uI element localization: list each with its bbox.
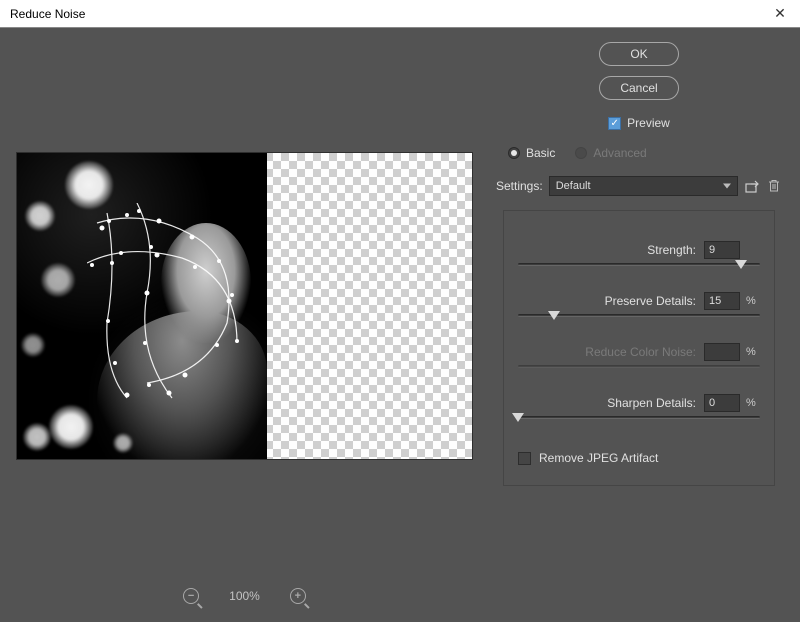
zoom-in-icon[interactable]: + xyxy=(290,588,306,604)
settings-row: Settings: Default xyxy=(494,176,784,196)
chevron-down-icon xyxy=(723,184,731,189)
radio-icon[interactable] xyxy=(508,147,520,159)
zoom-controls: − 100% + xyxy=(16,576,473,612)
strength-label: Strength: xyxy=(647,243,696,257)
photo-content xyxy=(17,153,267,460)
preserve-input[interactable]: 15 xyxy=(704,292,740,310)
colornoise-group: Reduce Color Noise: % xyxy=(518,343,760,368)
strength-group: Strength: 9 xyxy=(518,241,760,266)
save-preset-icon[interactable] xyxy=(744,178,760,194)
colornoise-label: Reduce Color Noise: xyxy=(585,345,696,359)
window-title: Reduce Noise xyxy=(10,7,85,21)
colornoise-unit: % xyxy=(746,346,760,358)
jpeg-checkbox[interactable] xyxy=(518,452,531,465)
mode-basic-label: Basic xyxy=(526,146,555,160)
preserve-group: Preserve Details: 15 % xyxy=(518,292,760,317)
jpeg-label: Remove JPEG Artifact xyxy=(539,451,658,465)
radio-icon xyxy=(575,147,587,159)
close-icon[interactable]: ✕ xyxy=(770,5,790,22)
dialog-body: − 100% + OK Cancel ✓ Preview Basic Advan… xyxy=(0,28,800,622)
preserve-label: Preserve Details: xyxy=(605,294,696,308)
preview-label: Preview xyxy=(627,116,670,130)
sharpen-input[interactable]: 0 xyxy=(704,394,740,412)
colornoise-input xyxy=(704,343,740,361)
sharpen-label: Sharpen Details: xyxy=(607,396,696,410)
sharpen-slider[interactable] xyxy=(518,416,760,419)
controls-panel: OK Cancel ✓ Preview Basic Advanced Setti… xyxy=(494,38,784,612)
zoom-out-icon[interactable]: − xyxy=(183,588,199,604)
mode-row: Basic Advanced xyxy=(494,140,784,166)
strength-input[interactable]: 9 xyxy=(704,241,740,259)
preview-checkbox[interactable]: ✓ xyxy=(608,117,621,130)
titlebar: Reduce Noise ✕ xyxy=(0,0,800,28)
settings-select[interactable]: Default xyxy=(549,176,738,196)
zoom-level: 100% xyxy=(229,589,260,603)
mode-basic[interactable]: Basic xyxy=(508,146,555,160)
preview-toggle[interactable]: ✓ Preview xyxy=(608,116,670,130)
colornoise-slider xyxy=(518,365,760,368)
mode-advanced: Advanced xyxy=(575,146,646,160)
mode-advanced-label: Advanced xyxy=(593,146,646,160)
strength-slider[interactable] xyxy=(518,263,760,266)
ok-button[interactable]: OK xyxy=(599,42,679,66)
cancel-button[interactable]: Cancel xyxy=(599,76,679,100)
sliders-panel: Strength: 9 Preserve Details: 15 % xyxy=(503,210,775,486)
settings-value: Default xyxy=(556,180,591,192)
trash-icon[interactable] xyxy=(766,178,782,194)
preview-image[interactable] xyxy=(16,152,473,460)
preview-panel: − 100% + xyxy=(16,38,494,612)
settings-label: Settings: xyxy=(496,179,543,193)
preserve-unit: % xyxy=(746,295,760,307)
sharpen-group: Sharpen Details: 0 % xyxy=(518,394,760,419)
preserve-slider[interactable] xyxy=(518,314,760,317)
sharpen-unit: % xyxy=(746,397,760,409)
jpeg-artifact-toggle[interactable]: Remove JPEG Artifact xyxy=(518,451,760,465)
